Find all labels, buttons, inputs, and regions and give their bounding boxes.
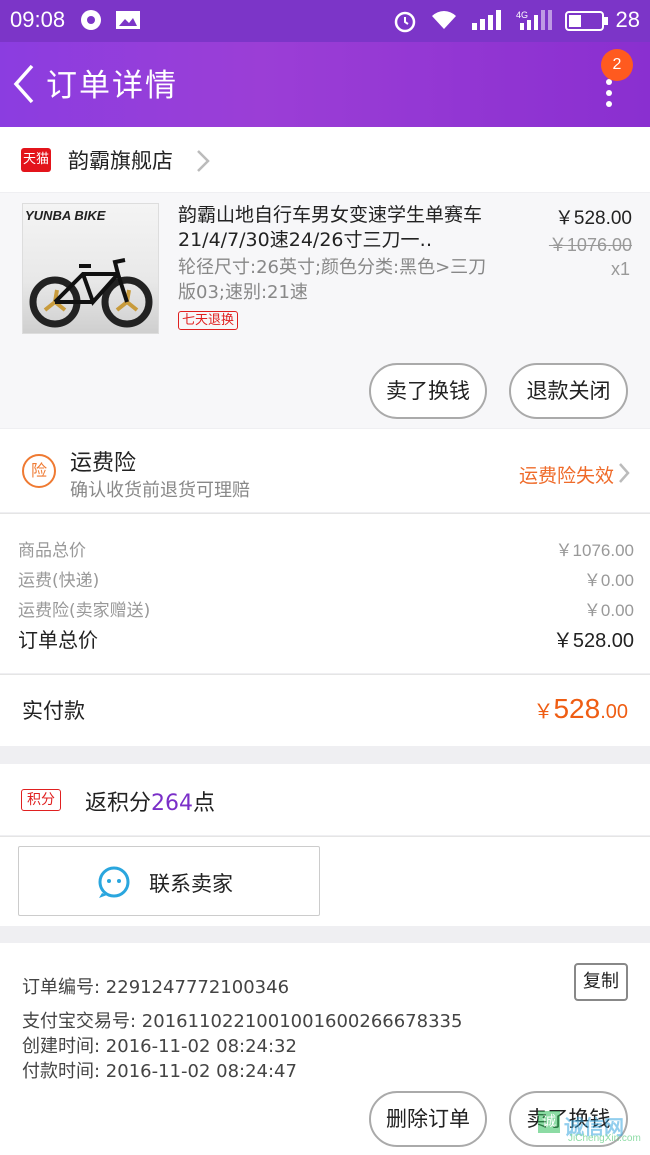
paid-integer: 528 [553,693,601,724]
cost-row-insurance: 运费险(卖家赠送) ￥0.00 [18,596,634,621]
back-icon[interactable] [12,64,36,108]
paid-label: 实付款 [22,699,85,723]
watermark-icon: 诚 [538,1111,560,1133]
shop-name[interactable]: 韵霸旗舰店 [68,145,173,175]
cost-label: 运费(快递) [18,571,100,591]
paid-currency: ￥ [533,701,554,723]
paid-time: 付款时间: 2016-11-02 08:24:47 [22,1061,297,1082]
svg-text:4G: 4G [516,10,528,20]
return-policy-badge: 七天退换 [178,311,239,330]
image-notification-icon [115,9,141,35]
bicycle-image [29,258,153,328]
watermark-logo: 诚 诚信网 JiChengXin.com [534,1111,644,1144]
chevron-right-icon [196,149,210,177]
order-info: 订单编号: 2291247772100346 支付宝交易号: 201611022… [0,943,650,1155]
cost-row-goods: 商品总价 ￥1076.00 [18,536,634,561]
cost-label: 商品总价 [18,541,86,561]
cost-summary: 商品总价 ￥1076.00 运费(快递) ￥0.00 运费险(卖家赠送) ￥0.… [0,513,650,673]
points-row: 积分 返积分264点 [0,764,650,835]
order-number: 订单编号: 2291247772100346 [22,977,290,998]
more-menu-icon[interactable] [604,78,614,112]
chat-bubble-icon [97,865,131,903]
points-amount: 264 [151,791,194,816]
copy-button[interactable]: 复制 [574,963,628,1001]
paid-amount-row: 实付款 ￥528.00 [0,674,650,746]
points-suffix: 点 [193,791,216,816]
product-price: ￥528.00 [554,208,632,229]
order-total-value: ￥528.00 [552,630,634,652]
cost-row-total: 订单总价 ￥528.00 [18,624,634,653]
notification-badge: 2 [601,49,633,81]
contact-seller-button[interactable]: 联系卖家 [18,846,320,916]
cost-value: ￥1076.00 [555,541,634,560]
wifi-icon [430,9,458,35]
contact-section: 联系卖家 [0,836,650,926]
insurance-status[interactable]: 运费险失效 [519,461,614,488]
alipay-trade-number: 支付宝交易号: 2016110221001001600266678335 [22,1011,463,1032]
insurance-subtitle: 确认收货前退货可理赔 [70,480,250,501]
created-time: 创建时间: 2016-11-02 08:24:32 [22,1036,297,1057]
cost-label: 运费险(卖家赠送) [18,601,151,621]
battery-icon [565,9,609,37]
refund-closed-button[interactable]: 退款关闭 [509,363,628,419]
insurance-icon: 险 [22,454,56,488]
product-quantity: x1 [610,259,630,279]
paid-decimal: .00 [600,701,628,723]
product-thumbnail[interactable]: YUNBA BIKE [22,203,159,334]
watermark-site: JiChengXin.com [568,1133,641,1144]
delete-order-button[interactable]: 删除订单 [369,1091,487,1147]
product-spec: 轮径尺寸:26英寸;颜色分类:黑色>三刀版03;速别:21速 [178,257,487,303]
contact-seller-label: 联系卖家 [149,872,233,896]
points-text: 返积分264点 [85,785,215,817]
sell-button[interactable]: 卖了换钱 [369,363,487,419]
title-bar: 订单详情 2 [0,42,650,127]
alarm-icon [392,9,418,37]
tmall-logo: 天猫 [21,148,51,172]
product-title[interactable]: 韵霸山地自行车男女变速学生单赛车21/4/7/30速24/26寸三刀一‥ [178,203,488,253]
original-price: ￥1076.00 [548,235,632,255]
signal-icon [470,9,506,35]
status-time: 09:08 [10,7,66,32]
page-title: 订单详情 [46,68,178,104]
signal-4g-icon: 4G [516,9,554,35]
cost-value: ￥0.00 [583,601,634,620]
product-card: YUNBA BIKE 韵霸山地自行车男女变速学生单赛车21/4/7/30速24/… [0,193,650,428]
insurance-title: 运费险 [70,451,137,476]
shop-row[interactable]: 天猫 韵霸旗舰店 [0,127,650,192]
points-tag: 积分 [21,789,61,811]
cost-value: ￥0.00 [583,571,634,590]
cost-row-shipping: 运费(快递) ￥0.00 [18,566,634,591]
points-prefix: 返积分 [85,791,152,816]
status-bar: 09:08 4G 28 [0,0,650,42]
paid-amount: ￥528.00 [533,693,628,725]
shipping-insurance-row[interactable]: 险 运费险 确认收货前退货可理赔 运费险失效 [0,429,650,512]
order-total-label: 订单总价 [18,628,98,652]
chevron-right-icon [618,462,630,488]
battery-level: 28 [615,7,640,32]
app-notification-icon [80,9,102,35]
